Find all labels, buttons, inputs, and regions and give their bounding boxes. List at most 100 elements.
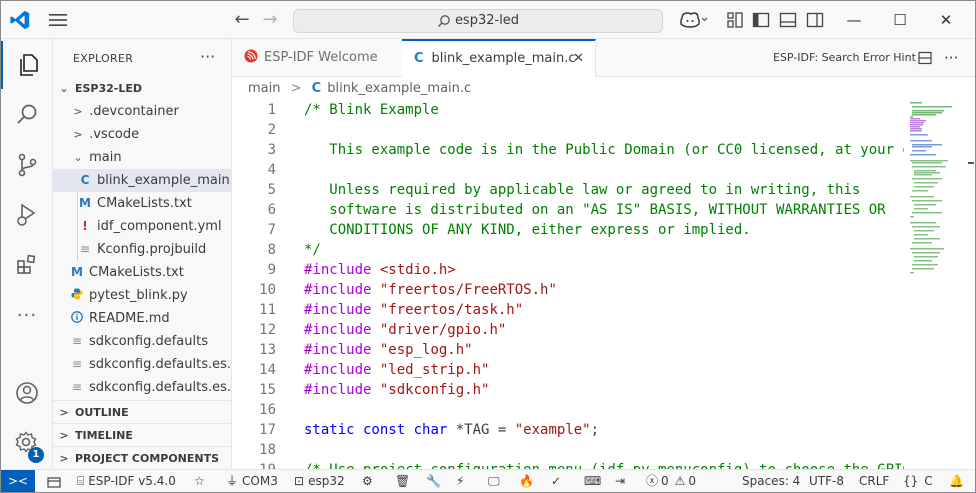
menu-icon[interactable] (47, 10, 69, 30)
wrench-icon[interactable]: 🔧 (426, 470, 441, 492)
scrollbar-thumb[interactable] (968, 162, 974, 164)
chevron-right-icon: > (59, 452, 69, 465)
code-line: 2 (267, 122, 276, 138)
tree-item-devcontainer[interactable]: > .devcontainer (53, 100, 231, 123)
esp-idf-version[interactable]: ⌸ ESP-IDF v5.4.0 (77, 470, 176, 492)
eol-setting[interactable]: CRLF (859, 470, 889, 492)
tree-item-label: sdkconfig.defaults.es... (89, 357, 232, 372)
remote-indicator-icon[interactable]: >< (1, 470, 35, 492)
breadcrumb-file[interactable]: blink_example_main.c (327, 81, 471, 96)
tab-blink-example-main-c[interactable]: Cblink_example_main.c ✕ (402, 39, 596, 77)
language-mode[interactable]: {} C (903, 470, 933, 492)
tab-esp-idf-welcome[interactable]: ESP-IDF Welcome (232, 39, 402, 77)
tree-item-label: blink_example_main.c (97, 173, 232, 188)
code-line: 5 Unless required by applicable law or a… (267, 182, 861, 198)
minimize-button[interactable]: — (831, 1, 877, 39)
flash-icon[interactable]: ⚡ (456, 470, 464, 492)
toggle-panel-icon[interactable] (778, 10, 798, 30)
tree-item-idf-component-yml[interactable]: ! idf_component.yml (53, 215, 231, 238)
notifications-bell-icon[interactable]: 🔔 (949, 470, 964, 492)
vertical-scrollbar[interactable] (966, 100, 975, 469)
target-select[interactable]: ⊡ esp32 (294, 470, 345, 492)
tab-label: blink_example_main.c (431, 51, 576, 66)
accounts-activity[interactable] (1, 369, 53, 417)
debug-icon[interactable]: ⇥ (615, 470, 625, 492)
extensions-activity[interactable] (1, 241, 53, 289)
explorer-sidebar: EXPLORER ··· ⌄ ESP32-LED > .devcontainer … (53, 39, 232, 469)
tree-item-vscode[interactable]: > .vscode (53, 123, 231, 146)
python-file-icon (69, 284, 85, 307)
code-editor[interactable]: 1/* Blink Example 2 3 This example code … (232, 100, 937, 469)
code-line: 8 */ (267, 242, 321, 258)
star-icon[interactable]: ☆ (194, 470, 205, 492)
search-error-hint-button[interactable]: ESP-IDF: Search Error Hint (773, 39, 916, 77)
tree-item-cmakelists-main[interactable]: M CMakeLists.txt (53, 192, 231, 215)
maximize-button[interactable]: ☐ (877, 1, 923, 39)
split-editor-icon[interactable] (918, 51, 932, 65)
workspace-root[interactable]: ⌄ ESP32-LED (53, 77, 231, 100)
copilot-icon[interactable] (678, 10, 708, 30)
indentation-setting[interactable]: Spaces: 4 (742, 470, 800, 492)
minimap[interactable] (904, 100, 966, 469)
error-count: 0 (661, 474, 669, 488)
text-file-icon: ≡ (79, 242, 91, 256)
breadcrumb-folder[interactable]: main (248, 81, 280, 96)
search-activity[interactable] (1, 91, 53, 139)
tree-item-pytest-blink[interactable]: pytest_blink.py (53, 284, 231, 307)
code-line: 19/* Use project configuration menu (idf… (232, 460, 936, 469)
problems-indicator[interactable]: ⓧ 0 ⚠ 0 (646, 470, 696, 492)
customize-layout-icon[interactable] (725, 10, 745, 30)
outline-section[interactable]: > OUTLINE (53, 400, 231, 423)
source-control-activity[interactable] (1, 141, 53, 189)
encoding-setting[interactable]: UTF-8 (809, 470, 844, 492)
vscode-logo-icon (10, 10, 30, 30)
code-line: 3 This example code is in the Public Dom… (267, 142, 937, 158)
terminal-icon[interactable]: ⌨ (584, 470, 601, 492)
tree-item-readme[interactable]: README.md (53, 307, 231, 330)
close-tab-icon[interactable]: ✕ (573, 41, 584, 76)
back-arrow-icon[interactable]: ← (231, 9, 253, 31)
tree-item-sdkconfig-defaults-es-1[interactable]: ≡ sdkconfig.defaults.es... (53, 353, 232, 376)
breadcrumb: main > Cblink_example_main.c (248, 79, 471, 99)
forward-arrow-icon[interactable]: → (259, 9, 281, 31)
run-debug-icon (17, 203, 36, 226)
explorer-activity[interactable] (1, 41, 53, 89)
tree-item-kconfig-projbuild[interactable]: ≡ Kconfig.projbuild (53, 238, 231, 261)
project-components-section[interactable]: > PROJECT COMPONENTS (53, 446, 231, 469)
manage-activity[interactable]: 1 (1, 419, 53, 467)
text-file-icon: ≡ (71, 334, 83, 348)
code-line: 14 #include "led_strip.h" (259, 362, 490, 378)
close-button[interactable]: ✕ (923, 1, 969, 39)
esp-idf-explorer-icon[interactable] (47, 475, 61, 489)
toggle-secondary-sidebar-icon[interactable] (805, 10, 825, 30)
chip-icon: ⊡ (294, 474, 305, 488)
chevron-right-icon: > (59, 406, 69, 419)
tree-item-cmakelists-root[interactable]: M CMakeLists.txt (53, 261, 231, 284)
tree-item-sdkconfig-defaults-es-2[interactable]: ≡ sdkconfig.defaults.es... (53, 376, 231, 399)
chevron-down-icon: ⌄ (59, 82, 69, 95)
command-center-search[interactable]: esp32-led (293, 9, 663, 33)
build-flash-monitor-icon[interactable]: ✓ (551, 470, 561, 492)
tree-item-main-folder[interactable]: ⌄ main (53, 146, 231, 169)
trash-icon[interactable]: 🗑 (395, 470, 410, 492)
cmake-file-icon: M (71, 265, 83, 279)
more-views-icon[interactable]: ··· (1, 291, 53, 339)
tree-item-blink-example-main-c[interactable]: Cblink_example_main.c (53, 169, 232, 192)
explorer-header: EXPLORER ··· (53, 39, 231, 77)
language-label: C (924, 474, 933, 488)
monitor-icon[interactable]: 🖵 (488, 470, 500, 492)
run-debug-activity[interactable] (1, 191, 53, 239)
braces-icon: {} (903, 474, 919, 488)
chevron-right-icon: > (73, 128, 83, 141)
timeline-section[interactable]: > TIMELINE (53, 423, 231, 446)
code-line: 9 #include <stdio.h> (267, 262, 456, 278)
explorer-more-icon[interactable]: ··· (200, 47, 215, 66)
tab-label: ESP-IDF Welcome (264, 50, 378, 65)
toggle-primary-sidebar-icon[interactable] (751, 10, 771, 30)
flame-icon[interactable]: 🔥 (519, 470, 534, 492)
code-line: 10 #include "freertos/FreeRTOS.h" (259, 282, 557, 298)
settings-gear-icon[interactable]: ⚙ (362, 470, 373, 492)
editor-more-icon[interactable]: ··· (944, 39, 958, 77)
port-select[interactable]: ⏚ COM3 (226, 470, 278, 492)
tree-item-sdkconfig-defaults[interactable]: ≡ sdkconfig.defaults (53, 330, 231, 353)
